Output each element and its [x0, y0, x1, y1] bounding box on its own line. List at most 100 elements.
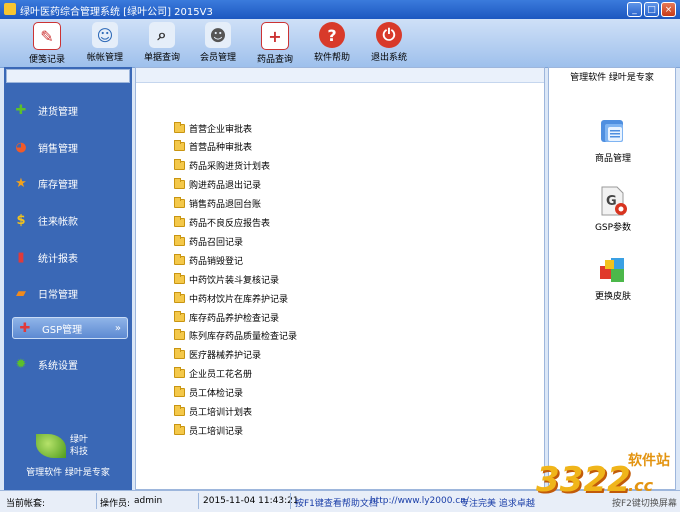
sidebar-item-reports[interactable]: ▮ 统计报表 [12, 246, 128, 268]
logo-text: 绿叶 科技 [70, 435, 89, 457]
folder-icon [174, 121, 185, 133]
plus-icon: ✚ [15, 102, 27, 118]
folder-icon [174, 367, 185, 379]
document-link[interactable]: 中药材饮片在库养护记录 [174, 290, 288, 306]
document-link[interactable]: 购进药品退出记录 [174, 177, 261, 193]
document-link[interactable]: 库存药品养护检查记录 [174, 309, 279, 325]
minimize-button[interactable]: _ [627, 2, 642, 17]
toolbar-medicine-query-button[interactable]: + 药品查询 [250, 22, 300, 65]
help-icon: ? [319, 22, 345, 48]
status-separator [96, 493, 97, 509]
document-link[interactable]: 销售药品退回台账 [174, 196, 261, 212]
sidebar-item-label: 系统设置 [38, 360, 78, 372]
gear-icon: ✹ [15, 356, 27, 372]
toolbar-bill-query-button[interactable]: ⌕ 单据查询 [137, 22, 187, 64]
watermark-logo: 3322 软件站 .cc [530, 446, 680, 506]
document-link[interactable]: 首营企业审批表 [174, 120, 252, 136]
folder-icon [174, 272, 185, 284]
medicine-icon: + [261, 22, 289, 50]
leaf-icon [36, 434, 66, 458]
document-link[interactable]: 员工体检记录 [174, 385, 243, 401]
folder-icon [174, 197, 185, 209]
document-link[interactable]: 首营品种审批表 [174, 139, 252, 155]
right-panel: 管理软件 绿叶是专家 商品管理 G GSP参数 更换皮肤 [548, 67, 676, 490]
folder-icon [174, 423, 185, 435]
sidebar-item-label: 日常管理 [38, 289, 78, 301]
document-link[interactable]: 医疗器械养护记录 [174, 347, 261, 363]
users-icon: ☺ [92, 22, 118, 48]
document-title: 药品不良反应报告表 [189, 219, 271, 229]
folder-icon [174, 386, 185, 398]
gsp-icon: ✚ [19, 320, 31, 336]
dollar-icon: $ [16, 212, 26, 228]
app-icon [4, 3, 16, 15]
power-icon: ⏻ [376, 22, 402, 48]
toolbar: ✎ 便笺记录 ☺ 帐帐管理 ⌕ 单据查询 ☻ 会员管理 + 药品查询 ? 软件帮… [0, 19, 680, 68]
document-link[interactable]: 员工培训计划表 [174, 404, 252, 420]
document-link[interactable]: 企业员工花名册 [174, 366, 252, 382]
sidebar-item-purchase[interactable]: ✚ 进货管理 [12, 99, 128, 121]
toolbar-note-button[interactable]: ✎ 便笺记录 [22, 22, 72, 65]
sidebar-item-label: 库存管理 [38, 179, 78, 191]
folder-icon [174, 348, 185, 360]
folder-icon [174, 234, 185, 246]
document-title: 医疗器械养护记录 [189, 351, 262, 362]
toolbar-help-button[interactable]: ? 软件帮助 [307, 22, 357, 64]
product-management-button[interactable]: 商品管理 [587, 116, 639, 164]
sidebar-item-inventory[interactable]: ★ 库存管理 [12, 172, 128, 194]
watermark-site: 软件站 [628, 453, 670, 469]
folder-icon [174, 178, 185, 190]
document-title: 中药饮片装斗复核记录 [189, 275, 280, 286]
close-button[interactable]: × [661, 2, 676, 17]
gsp-settings-button[interactable]: G GSP参数 [587, 185, 639, 233]
folder-icon [174, 216, 185, 227]
document-link[interactable]: 陈列库存药品质量检查记录 [174, 328, 297, 344]
document-link[interactable]: 药品销毁登记 [174, 252, 243, 268]
document-title: 企业员工花名册 [189, 370, 253, 381]
folder-icon [174, 159, 185, 171]
document-title: 首营品种审批表 [189, 143, 253, 154]
panel-header [136, 68, 544, 83]
maximize-button[interactable]: □ [644, 2, 659, 17]
status-separator [290, 493, 291, 509]
document-title: 员工培训记录 [189, 426, 244, 437]
document-link[interactable]: 药品采购进货计划表 [174, 158, 270, 174]
toolbar-accounts-button[interactable]: ☺ 帐帐管理 [80, 22, 130, 64]
status-separator [198, 493, 199, 509]
window-controls: _ □ × [627, 2, 676, 17]
document-link[interactable]: 药品召回记录 [174, 233, 243, 249]
folder-icon [174, 253, 185, 265]
website-link[interactable]: http://www.ly2000.cn/ [370, 496, 469, 506]
document-link[interactable]: 中药饮片装斗复核记录 [174, 271, 279, 287]
sidebar-item-daily[interactable]: ▰ 日常管理 [12, 282, 128, 304]
document-title: 销售药品退回台账 [189, 200, 262, 211]
document-link[interactable]: 药品不良反应报告表 [174, 215, 270, 231]
change-skin-button[interactable]: 更换皮肤 [587, 254, 639, 302]
sidebar-item-label: 进货管理 [38, 106, 78, 118]
sidebar-item-sales[interactable]: ◕ 销售管理 [12, 136, 128, 158]
folder-icon [174, 291, 185, 303]
right-panel-header: 管理软件 绿叶是专家 [570, 73, 654, 83]
sidebar-item-gsp[interactable]: ✚ GSP管理 » [12, 317, 128, 339]
toolbar-members-button[interactable]: ☻ 会员管理 [193, 22, 243, 64]
document-title: 药品销毁登记 [189, 256, 244, 267]
sidebar-item-settings[interactable]: ✹ 系统设置 [12, 353, 128, 375]
pie-chart-icon: ◕ [15, 139, 27, 155]
members-icon: ☻ [205, 22, 231, 48]
document-title: 员工体检记录 [189, 389, 244, 400]
operator-label: 操作员: [100, 499, 131, 509]
watermark-domain: .cc [628, 476, 654, 495]
document-title: 购进药品退出记录 [189, 181, 262, 192]
document-link[interactable]: 员工培训记录 [174, 422, 243, 438]
search-icon: ⌕ [149, 22, 175, 48]
document-title: 陈列库存药品质量检查记录 [189, 332, 298, 343]
title-bar: 绿叶医药综合管理系统 [绿叶公司] 2015V3 _ □ × [0, 0, 680, 19]
sidebar-header [6, 69, 130, 83]
chevron-right-icon: » [114, 322, 121, 334]
folder-icon [174, 329, 185, 341]
sidebar-item-accounts[interactable]: $ 往来帐款 [12, 209, 128, 231]
help-hint: 按F1键查看帮助文档 [295, 499, 378, 509]
toolbar-exit-button[interactable]: ⏻ 退出系统 [364, 22, 414, 64]
star-icon: ★ [15, 175, 27, 191]
status-slogan: 专注完美 追求卓越 [460, 499, 535, 509]
